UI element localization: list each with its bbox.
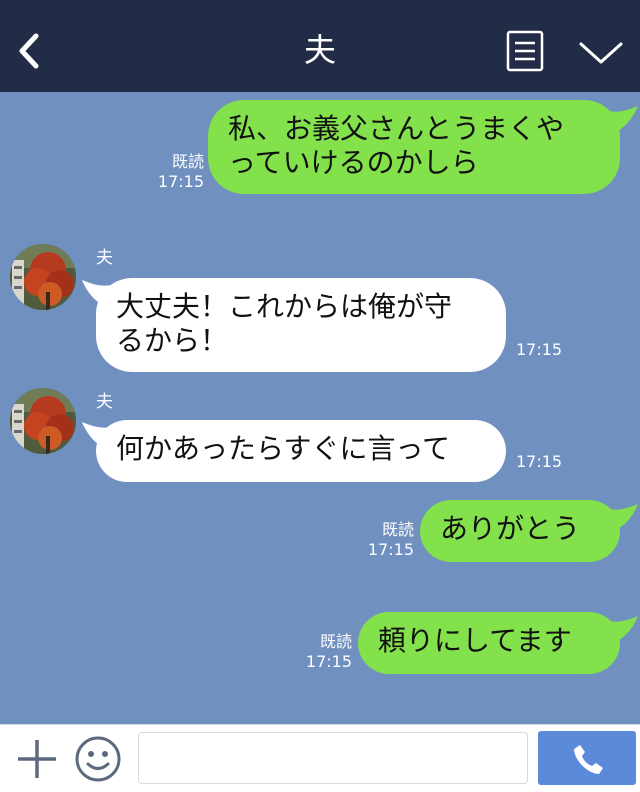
bubble-tail xyxy=(82,422,116,450)
chat-area[interactable]: 既読 17:15 私、お義父さんとうまくや っていけるのかしら 夫 大丈夫！これ… xyxy=(0,92,640,724)
message-bubble-outgoing[interactable]: 頼りにしてます xyxy=(358,612,620,674)
avatar-photo xyxy=(10,244,76,310)
read-receipt: 既読 17:15 xyxy=(157,152,204,191)
read-receipt: 既読 17:15 xyxy=(305,632,352,671)
menu-icon[interactable] xyxy=(506,30,544,72)
smiley-icon[interactable] xyxy=(74,735,122,783)
message-bubble-outgoing[interactable]: 私、お義父さんとうまくや っていけるのかしら xyxy=(208,100,620,194)
input-bar xyxy=(0,724,640,792)
bubble-tail xyxy=(604,106,638,134)
call-button[interactable] xyxy=(538,731,636,785)
avatar-photo xyxy=(10,388,76,454)
sender-name: 夫 xyxy=(96,392,113,412)
bubble-tail xyxy=(82,280,116,308)
chat-header: 夫 xyxy=(0,0,640,92)
plus-icon[interactable] xyxy=(16,738,58,780)
bubble-tail xyxy=(604,504,638,532)
avatar[interactable] xyxy=(10,388,76,454)
message-input[interactable] xyxy=(138,732,528,784)
message-bubble-outgoing[interactable]: ありがとう xyxy=(420,500,620,562)
message-bubble-incoming[interactable]: 大丈夫！これからは俺が守 るから！ xyxy=(96,278,506,372)
bubble-tail xyxy=(604,616,638,644)
message-bubble-incoming[interactable]: 何かあったらすぐに言って xyxy=(96,420,506,482)
read-receipt: 既読 17:15 xyxy=(367,520,414,559)
chevron-down-icon[interactable] xyxy=(578,36,624,68)
chat-title: 夫 xyxy=(303,31,336,69)
message-time: 17:15 xyxy=(516,452,563,471)
phone-icon xyxy=(574,745,603,774)
avatar[interactable] xyxy=(10,244,76,310)
sender-name: 夫 xyxy=(96,248,113,268)
message-time: 17:15 xyxy=(516,340,563,359)
